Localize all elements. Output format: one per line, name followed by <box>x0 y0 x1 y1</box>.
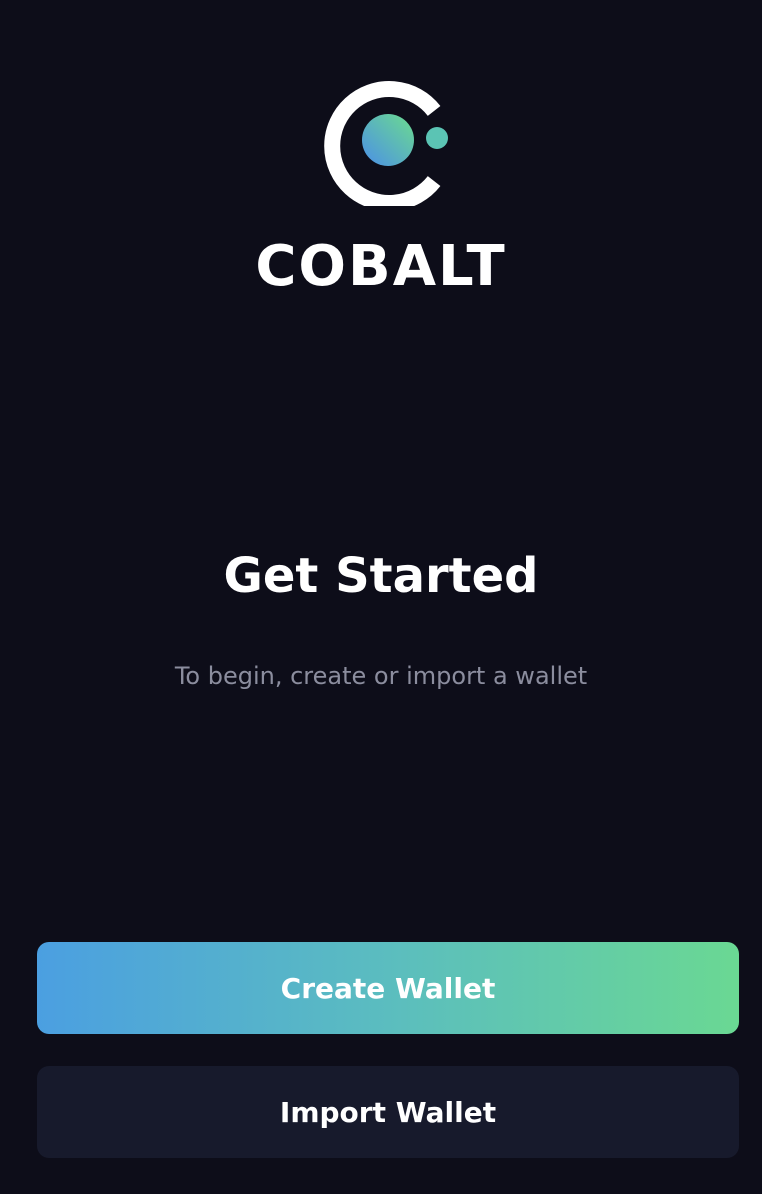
create-wallet-button[interactable]: Create Wallet <box>37 942 739 1034</box>
page-title: Get Started <box>223 548 539 604</box>
onboarding-screen: COBALT Get Started To begin, create or i… <box>0 0 762 1194</box>
brand-name: COBALT <box>255 234 507 299</box>
import-wallet-button[interactable]: Import Wallet <box>37 1066 739 1158</box>
cobalt-logo-icon <box>324 81 448 206</box>
create-wallet-label: Create Wallet <box>280 971 496 1005</box>
page-subtitle: To begin, create or import a wallet <box>174 662 588 690</box>
import-wallet-label: Import Wallet <box>279 1095 497 1129</box>
